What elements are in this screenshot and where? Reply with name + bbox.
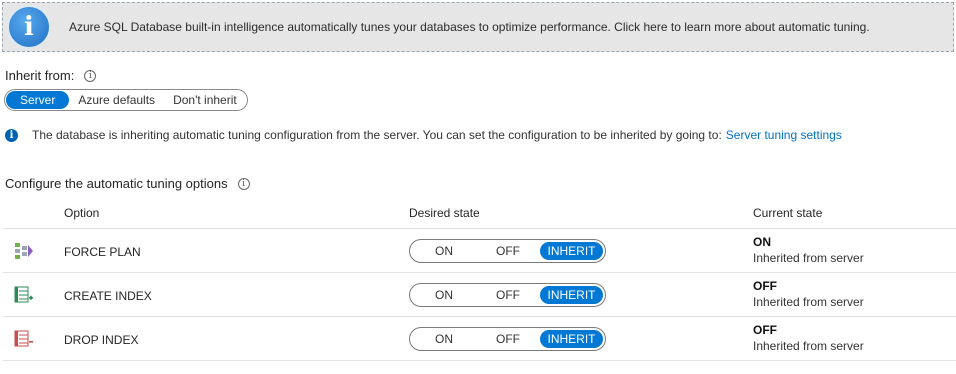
- drop-index-icon: [14, 330, 33, 347]
- info-icon: i: [5, 128, 18, 142]
- current-state-value: OFF: [753, 279, 777, 293]
- header-current-state: Current state: [753, 206, 823, 220]
- current-state-source: Inherited from server: [753, 251, 864, 265]
- current-state: OFF Inherited from server: [753, 323, 864, 353]
- configure-section-label: Configure the automatic tuning options i: [5, 176, 250, 191]
- current-state-source: Inherited from server: [753, 295, 864, 309]
- table-header: Option Desired state Current state: [3, 199, 956, 229]
- header-desired-state: Desired state: [409, 206, 480, 220]
- desired-state-toggle: ON OFF INHERIT: [409, 327, 606, 351]
- inheritance-info: i The database is inheriting automatic t…: [5, 128, 842, 142]
- toggle-off[interactable]: OFF: [476, 286, 540, 304]
- current-state: OFF Inherited from server: [753, 279, 864, 309]
- create-index-icon: [14, 286, 33, 303]
- desired-state-toggle: ON OFF INHERIT: [409, 239, 606, 263]
- toggle-inherit[interactable]: INHERIT: [540, 330, 603, 348]
- toggle-on[interactable]: ON: [412, 286, 476, 304]
- inherit-option-server[interactable]: Server: [6, 91, 70, 109]
- toggle-inherit[interactable]: INHERIT: [540, 242, 603, 260]
- toggle-off[interactable]: OFF: [476, 242, 540, 260]
- toggle-on[interactable]: ON: [412, 330, 476, 348]
- option-name: DROP INDEX: [64, 333, 139, 347]
- info-banner[interactable]: i Azure SQL Database built-in intelligen…: [2, 2, 954, 52]
- current-state-source: Inherited from server: [753, 339, 864, 353]
- inherit-from-label: Inherit from: i: [5, 68, 97, 83]
- inherit-option-dont-inherit[interactable]: Don't inherit: [164, 91, 246, 109]
- table-row: DROP INDEX ON OFF INHERIT OFF Inherited …: [3, 317, 956, 361]
- desired-state-toggle: ON OFF INHERIT: [409, 283, 606, 307]
- current-state-value: ON: [753, 235, 771, 249]
- header-option: Option: [64, 206, 100, 220]
- info-tooltip-icon[interactable]: i: [237, 177, 250, 190]
- inherit-from-text: Inherit from:: [5, 68, 75, 83]
- force-plan-icon: [15, 243, 33, 259]
- current-state-value: OFF: [753, 323, 777, 337]
- banner-text: Azure SQL Database built-in intelligence…: [69, 20, 870, 34]
- info-tooltip-icon[interactable]: i: [84, 69, 97, 82]
- table-row: FORCE PLAN ON OFF INHERIT ON Inherited f…: [3, 229, 956, 273]
- inherit-option-azure-defaults[interactable]: Azure defaults: [69, 91, 164, 109]
- inheritance-info-text: The database is inheriting automatic tun…: [32, 128, 722, 142]
- configure-label-text: Configure the automatic tuning options: [5, 176, 228, 191]
- option-name: FORCE PLAN: [64, 245, 141, 259]
- option-name: CREATE INDEX: [64, 289, 152, 303]
- table-row: CREATE INDEX ON OFF INHERIT OFF Inherite…: [3, 273, 956, 317]
- toggle-inherit[interactable]: INHERIT: [540, 286, 603, 304]
- tuning-options-table: Option Desired state Current state FORCE…: [3, 199, 956, 361]
- info-icon: i: [7, 5, 51, 49]
- toggle-on[interactable]: ON: [412, 242, 476, 260]
- server-tuning-settings-link[interactable]: Server tuning settings: [726, 128, 842, 142]
- toggle-off[interactable]: OFF: [476, 330, 540, 348]
- current-state: ON Inherited from server: [753, 235, 864, 265]
- inherit-segmented-control: Server Azure defaults Don't inherit: [4, 89, 248, 111]
